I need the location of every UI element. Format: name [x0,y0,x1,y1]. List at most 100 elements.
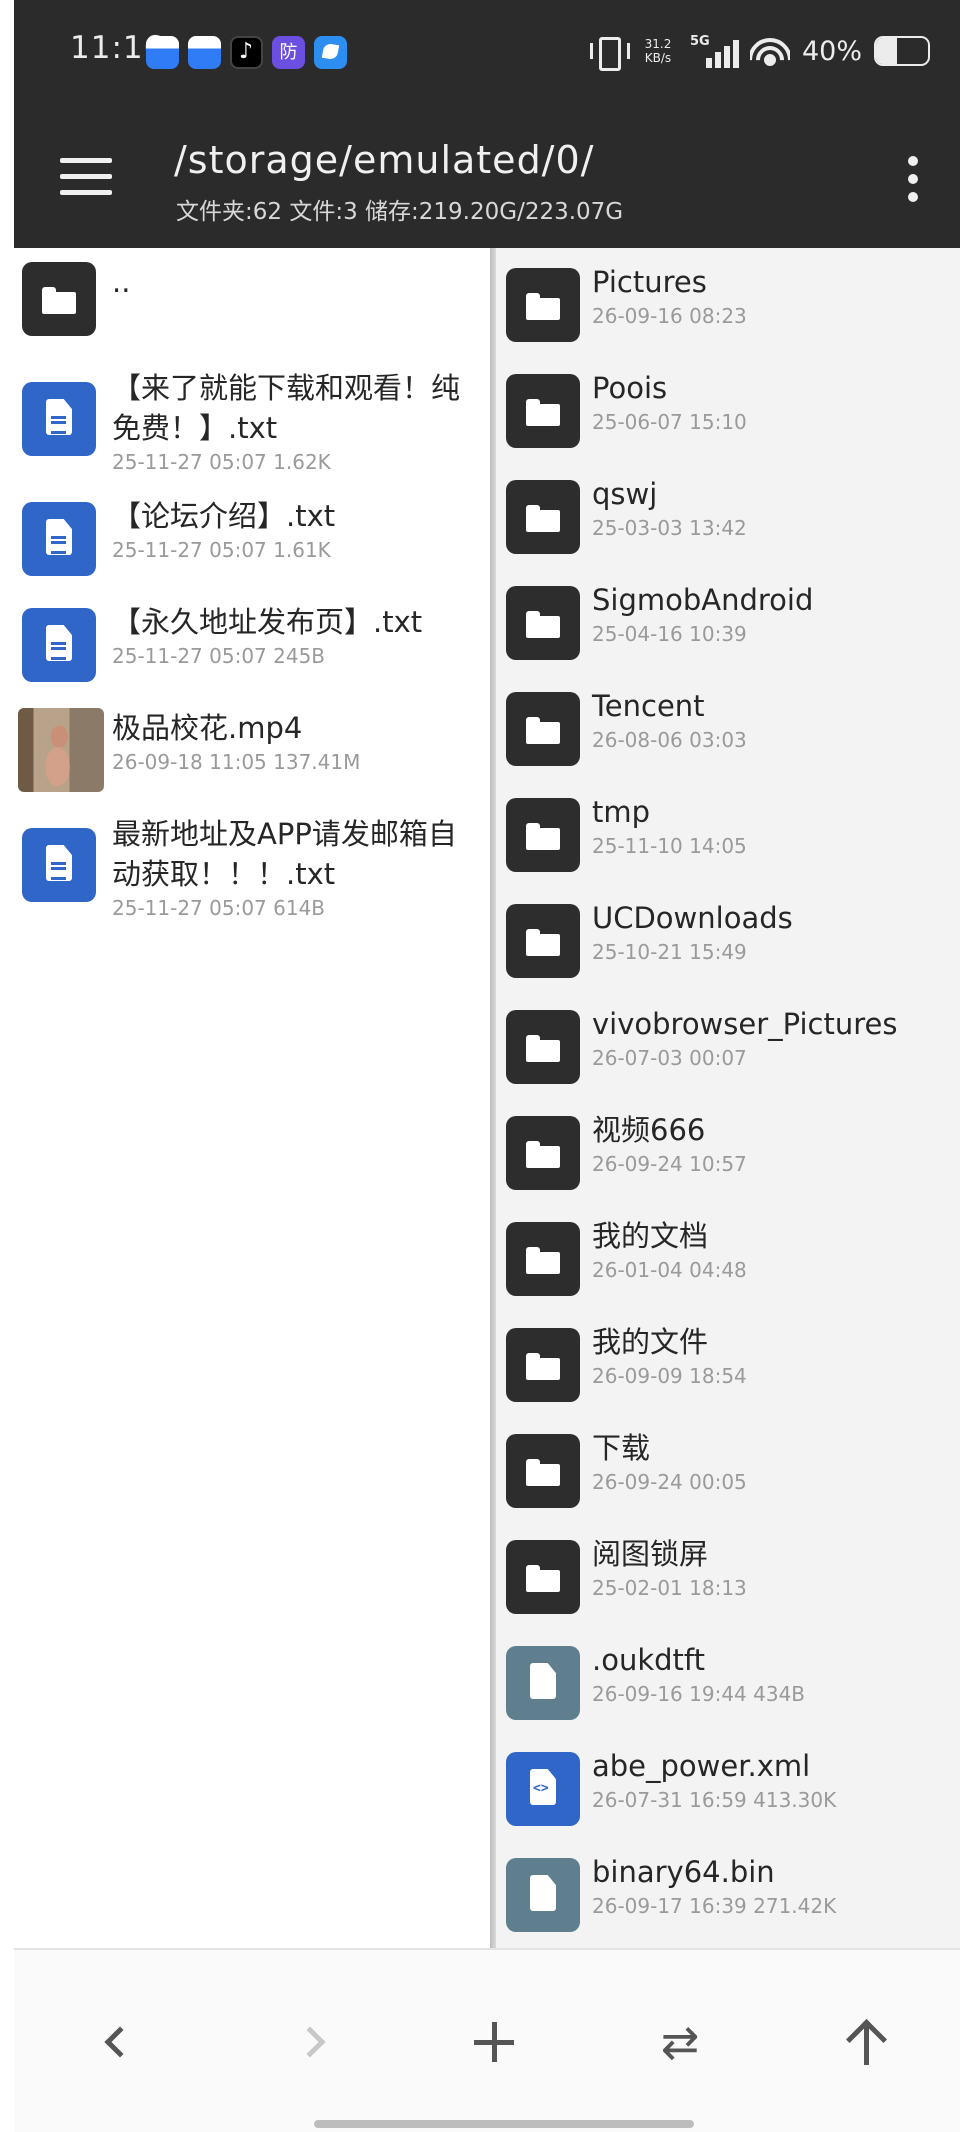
chevron-left-icon[interactable] [80,2002,160,2082]
list-item[interactable]: 我的文档 26-01-04 04:48 [496,1216,960,1306]
item-name: 【论坛介绍】.txt [112,499,336,533]
left-file-pane[interactable]: .. 【来了就能下载和观看！纯免费！】.txt 25-11-27 05:07 1… [14,248,490,1948]
item-name: 【来了就能下载和观看！纯免费！】.txt [112,371,461,445]
item-name: abe_power.xml [592,1749,811,1783]
status-bar: 11:16 防 31.2 KB/s 5G 40% [14,0,960,100]
item-meta: 25-11-27 05:07 614B [112,896,326,920]
list-item[interactable]: tmp 25-11-10 14:05 [496,792,960,882]
item-name: 【永久地址发布页】.txt [112,605,423,639]
list-item[interactable]: UCDownloads 25-10-21 15:49 [496,898,960,988]
anti-fraud-notification-icon: 防 [272,36,305,69]
item-name: binary64.bin [592,1855,775,1889]
item-meta: 26-07-31 16:59 413.30K [592,1788,837,1812]
net-speed-value: 31.2 [644,37,672,51]
list-item[interactable]: 【来了就能下载和观看！纯免费！】.txt 25-11-27 05:07 1.62… [14,368,490,474]
cellular-signal-icon: 5G [690,34,739,68]
list-item[interactable]: .oukdtft 26-09-16 19:44 434B [496,1640,960,1730]
item-name: 我的文档 [592,1219,709,1253]
list-item[interactable]: .. [14,262,490,352]
list-item[interactable]: SigmobAndroid 25-04-16 10:39 [496,580,960,670]
plus-icon[interactable] [454,2002,534,2082]
item-name: vivobrowser_Pictures [592,1007,898,1041]
item-meta: 26-09-16 19:44 434B [592,1682,806,1706]
item-meta: 25-11-27 05:07 1.61K [112,538,331,562]
swap-arrows-icon[interactable]: ⇄ [640,2002,720,2082]
list-item[interactable]: Tencent 26-08-06 03:03 [496,686,960,776]
list-item[interactable]: Pictures 26-09-16 08:23 [496,262,960,352]
list-item[interactable]: vivobrowser_Pictures 26-07-03 00:07 [496,1004,960,1094]
item-name: 我的文件 [592,1325,709,1359]
item-meta: 25-11-10 14:05 [592,834,747,858]
arrow-up-icon[interactable] [826,2002,906,2082]
folder-icon [506,480,580,554]
toolbar: /storage/emulated/0/ 文件夹:62 文件:3 储存:219.… [14,100,960,248]
folder-icon [506,692,580,766]
text-file-icon [22,502,96,576]
list-item[interactable]: <> abe_power.xml 26-07-31 16:59 413.30K [496,1746,960,1836]
folder-icon [22,262,96,336]
xml-file-icon: <> [506,1752,580,1826]
baidu-netdisk-notification-icon [146,36,179,69]
folder-icon [506,586,580,660]
item-meta: 26-09-24 00:05 [592,1470,747,1494]
feather-app-notification-icon [314,36,347,69]
list-item[interactable]: Poois 25-06-07 15:10 [496,368,960,458]
list-item[interactable]: 下载 26-09-24 00:05 [496,1428,960,1518]
list-item[interactable]: binary64.bin 26-09-17 16:39 271.42K [496,1852,960,1942]
top-bar: 11:16 防 31.2 KB/s 5G 40% /s [14,0,960,248]
path-stats: 文件夹:62 文件:3 储存:219.20G/223.07G [176,199,624,225]
list-item[interactable]: 阅图锁屏 25-02-01 18:13 [496,1534,960,1624]
item-meta: 25-11-27 05:07 1.62K [112,450,331,474]
hamburger-menu-icon[interactable] [60,158,112,195]
folder-icon [506,1434,580,1508]
more-options-icon[interactable] [906,156,920,202]
status-indicators: 31.2 KB/s 5G 40% [588,28,930,74]
list-item[interactable]: 【永久地址发布页】.txt 25-11-27 05:07 245B [14,602,490,692]
item-meta: 25-10-21 15:49 [592,940,747,964]
folder-icon [506,268,580,342]
item-name: Poois [592,371,668,405]
item-meta: 26-09-16 08:23 [592,304,747,328]
folder-icon [506,904,580,978]
item-meta: 26-09-09 18:54 [592,1364,747,1388]
list-item[interactable]: 视频666 26-09-24 10:57 [496,1110,960,1200]
net-speed: 31.2 KB/s [638,37,678,65]
item-name: SigmobAndroid [592,583,814,617]
item-meta: 25-06-07 15:10 [592,410,747,434]
right-file-pane[interactable]: Pictures 26-09-16 08:23 Poois 25-06-07 1… [496,248,960,1948]
file-icon [506,1858,580,1932]
item-meta: 25-11-27 05:07 245B [112,644,326,668]
video-thumbnail [18,708,104,792]
text-file-icon [22,608,96,682]
text-file-icon [22,382,96,456]
wifi-icon [749,34,790,68]
battery-percent: 40% [801,35,862,67]
folder-icon [506,1540,580,1614]
item-meta: 26-08-06 03:03 [592,728,747,752]
item-meta: 26-09-18 11:05 137.41M [112,750,361,774]
chevron-right-icon[interactable] [270,2002,350,2082]
folder-icon [506,1010,580,1084]
list-item[interactable]: 【论坛介绍】.txt 25-11-27 05:07 1.61K [14,496,490,586]
item-name: Tencent [592,689,705,723]
item-meta: 26-07-03 00:07 [592,1046,747,1070]
current-path: /storage/emulated/0/ [174,138,595,182]
list-item[interactable]: 我的文件 26-09-09 18:54 [496,1322,960,1412]
item-name: 下载 [592,1431,651,1465]
net-speed-unit: KB/s [644,51,672,65]
item-meta: 25-04-16 10:39 [592,622,747,646]
vibrate-icon [588,34,630,71]
battery-icon [874,36,930,66]
item-meta: 26-09-24 10:57 [592,1152,747,1176]
item-meta: 25-02-01 18:13 [592,1576,747,1600]
item-meta: 25-03-03 13:42 [592,516,747,540]
list-item[interactable]: qswj 25-03-03 13:42 [496,474,960,564]
list-item[interactable]: 极品校花.mp4 26-09-18 11:05 137.41M [14,708,490,798]
list-item[interactable]: 最新地址及APP请发邮箱自动获取！！！.txt 25-11-27 05:07 6… [14,814,490,920]
home-indicator[interactable] [314,2120,694,2128]
folder-icon [506,798,580,872]
item-name: 视频666 [592,1113,706,1147]
item-name: tmp [592,795,651,829]
item-name: Pictures [592,265,707,299]
item-name: 极品校花.mp4 [112,711,303,745]
